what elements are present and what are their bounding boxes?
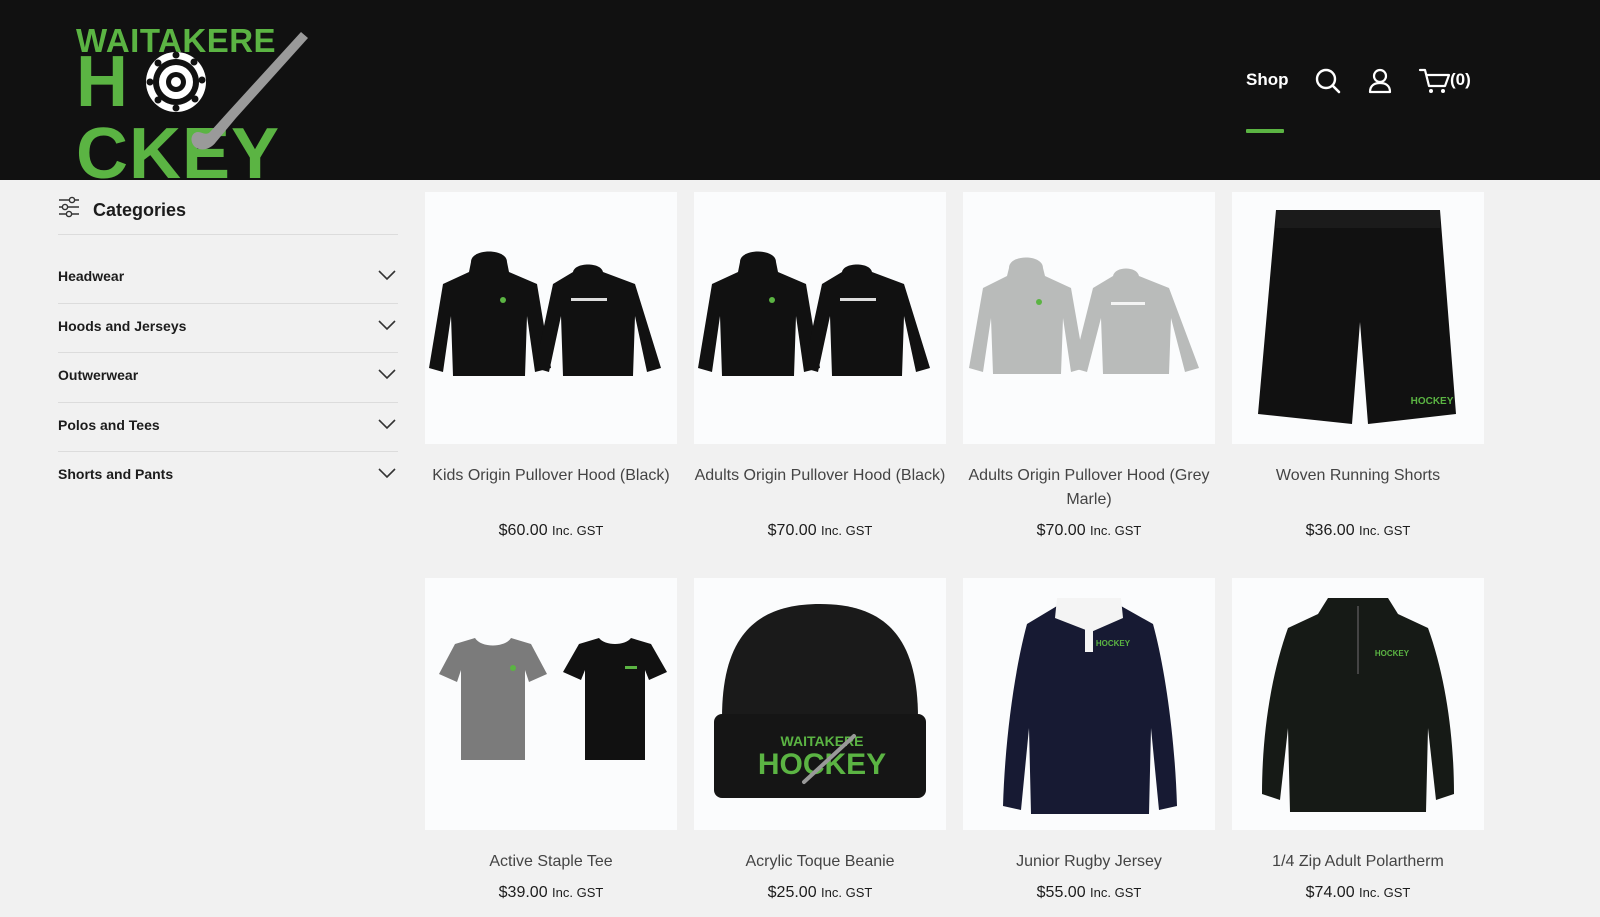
product-name[interactable]: Adults Origin Pullover Hood (Black) <box>694 464 946 512</box>
product-name[interactable]: Active Staple Tee <box>425 850 677 874</box>
product-price: $25.00 Inc. GST <box>767 884 873 901</box>
chevron-down-icon[interactable] <box>378 368 396 380</box>
hoodie-pair-image <box>698 251 930 376</box>
category-item-outerwear[interactable]: Outwerwear <box>58 353 398 403</box>
product-card[interactable]: WAITAKERE HOCKEY Acrylic Toque Beanie $2… <box>694 578 946 902</box>
product-card[interactable]: HOCKEY 1/4 Zip Adult Polartherm $74.00 I… <box>1232 578 1484 902</box>
product-price: $60.00 Inc. GST <box>498 522 604 539</box>
product-name[interactable]: Adults Origin Pullover Hood (Grey Marle) <box>963 464 1215 512</box>
product-price: $70.00 Inc. GST <box>1036 522 1142 539</box>
svg-text:HOCKEY: HOCKEY <box>1096 639 1131 648</box>
site-header: WAITAKERE HCKEY Shop (0) <box>0 0 1600 190</box>
categories-title: Categories <box>93 200 187 220</box>
cart-icon[interactable] <box>1418 66 1452 96</box>
hockey-stick-emblem-icon <box>146 32 308 150</box>
tshirt-pair-image <box>439 638 667 760</box>
svg-text:HOCKEY: HOCKEY <box>1411 396 1454 407</box>
product-card[interactable]: Adults Origin Pullover Hood (Black) $70.… <box>694 192 946 540</box>
category-label: Hoods and Jerseys <box>58 317 187 334</box>
rugby-jersey-image: HOCKEY <box>1003 598 1177 814</box>
product-name[interactable]: Junior Rugby Jersey <box>963 850 1215 874</box>
category-list: Headwear Hoods and Jerseys Outwerwear Po… <box>58 254 398 502</box>
product-image[interactable] <box>425 192 677 444</box>
product-card[interactable]: Adults Origin Pullover Hood (Grey Marle)… <box>963 192 1215 540</box>
nav-active-indicator <box>1246 129 1284 133</box>
product-image[interactable]: WAITAKERE HOCKEY <box>694 578 946 830</box>
category-label: Shorts and Pants <box>58 466 174 482</box>
product-name[interactable]: Acrylic Toque Beanie <box>694 850 946 874</box>
product-image[interactable]: HOCKEY <box>1232 192 1484 444</box>
product-name[interactable]: Woven Running Shorts <box>1232 464 1484 512</box>
hoodie-pair-image <box>429 251 661 376</box>
product-price: $74.00 Inc. GST <box>1305 884 1411 901</box>
chevron-down-icon[interactable] <box>378 418 396 430</box>
product-card[interactable]: HOCKEY Junior Rugby Jersey $55.00 Inc. G… <box>963 578 1215 902</box>
svg-text:HOCKEY: HOCKEY <box>1375 649 1410 658</box>
search-icon[interactable] <box>1313 66 1343 96</box>
product-price: $70.00 Inc. GST <box>767 522 873 539</box>
product-image[interactable] <box>694 192 946 444</box>
product-image[interactable] <box>425 578 677 830</box>
beanie-image: WAITAKERE HOCKEY <box>714 604 926 798</box>
category-item-polos-and-tees[interactable]: Polos and Tees <box>58 403 398 452</box>
category-label: Headwear <box>58 268 125 284</box>
product-card[interactable]: HOCKEY Woven Running Shorts $36.00 Inc. … <box>1232 192 1484 540</box>
category-item-shorts-and-pants[interactable]: Shorts and Pants <box>58 452 398 502</box>
product-name[interactable]: Kids Origin Pullover Hood (Black) <box>425 464 677 512</box>
product-image[interactable] <box>963 192 1215 444</box>
product-card[interactable]: Kids Origin Pullover Hood (Black) $60.00… <box>425 192 677 540</box>
product-image[interactable]: HOCKEY <box>1232 578 1484 830</box>
product-card[interactable]: Active Staple Tee $39.00 Inc. GST <box>425 578 677 902</box>
chevron-down-icon[interactable] <box>378 467 396 479</box>
category-label: Polos and Tees <box>58 416 160 433</box>
categories-header: Categories <box>58 190 398 236</box>
category-label: Outwerwear <box>58 367 139 383</box>
site-logo[interactable]: WAITAKERE HCKEY <box>76 20 356 190</box>
polar-fleece-image: HOCKEY <box>1262 598 1454 812</box>
hoodie-pair-image <box>969 257 1199 374</box>
chevron-down-icon[interactable] <box>378 269 396 281</box>
category-item-headwear[interactable]: Headwear <box>58 254 398 304</box>
filter-sliders-icon <box>59 196 79 218</box>
product-image[interactable]: HOCKEY <box>963 578 1215 830</box>
product-price: $55.00 Inc. GST <box>1036 884 1142 901</box>
divider <box>58 234 398 235</box>
shorts-image: HOCKEY <box>1258 210 1456 424</box>
cart-count[interactable]: (0) <box>1450 70 1471 90</box>
product-name[interactable]: 1/4 Zip Adult Polartherm <box>1232 850 1484 874</box>
chevron-down-icon[interactable] <box>378 319 396 331</box>
product-price: $39.00 Inc. GST <box>498 884 604 901</box>
nav-shop-link[interactable]: Shop <box>1246 70 1289 90</box>
account-icon[interactable] <box>1365 66 1395 96</box>
product-price: $36.00 Inc. GST <box>1305 522 1411 539</box>
category-item-hoods-and-jerseys[interactable]: Hoods and Jerseys <box>58 304 398 353</box>
